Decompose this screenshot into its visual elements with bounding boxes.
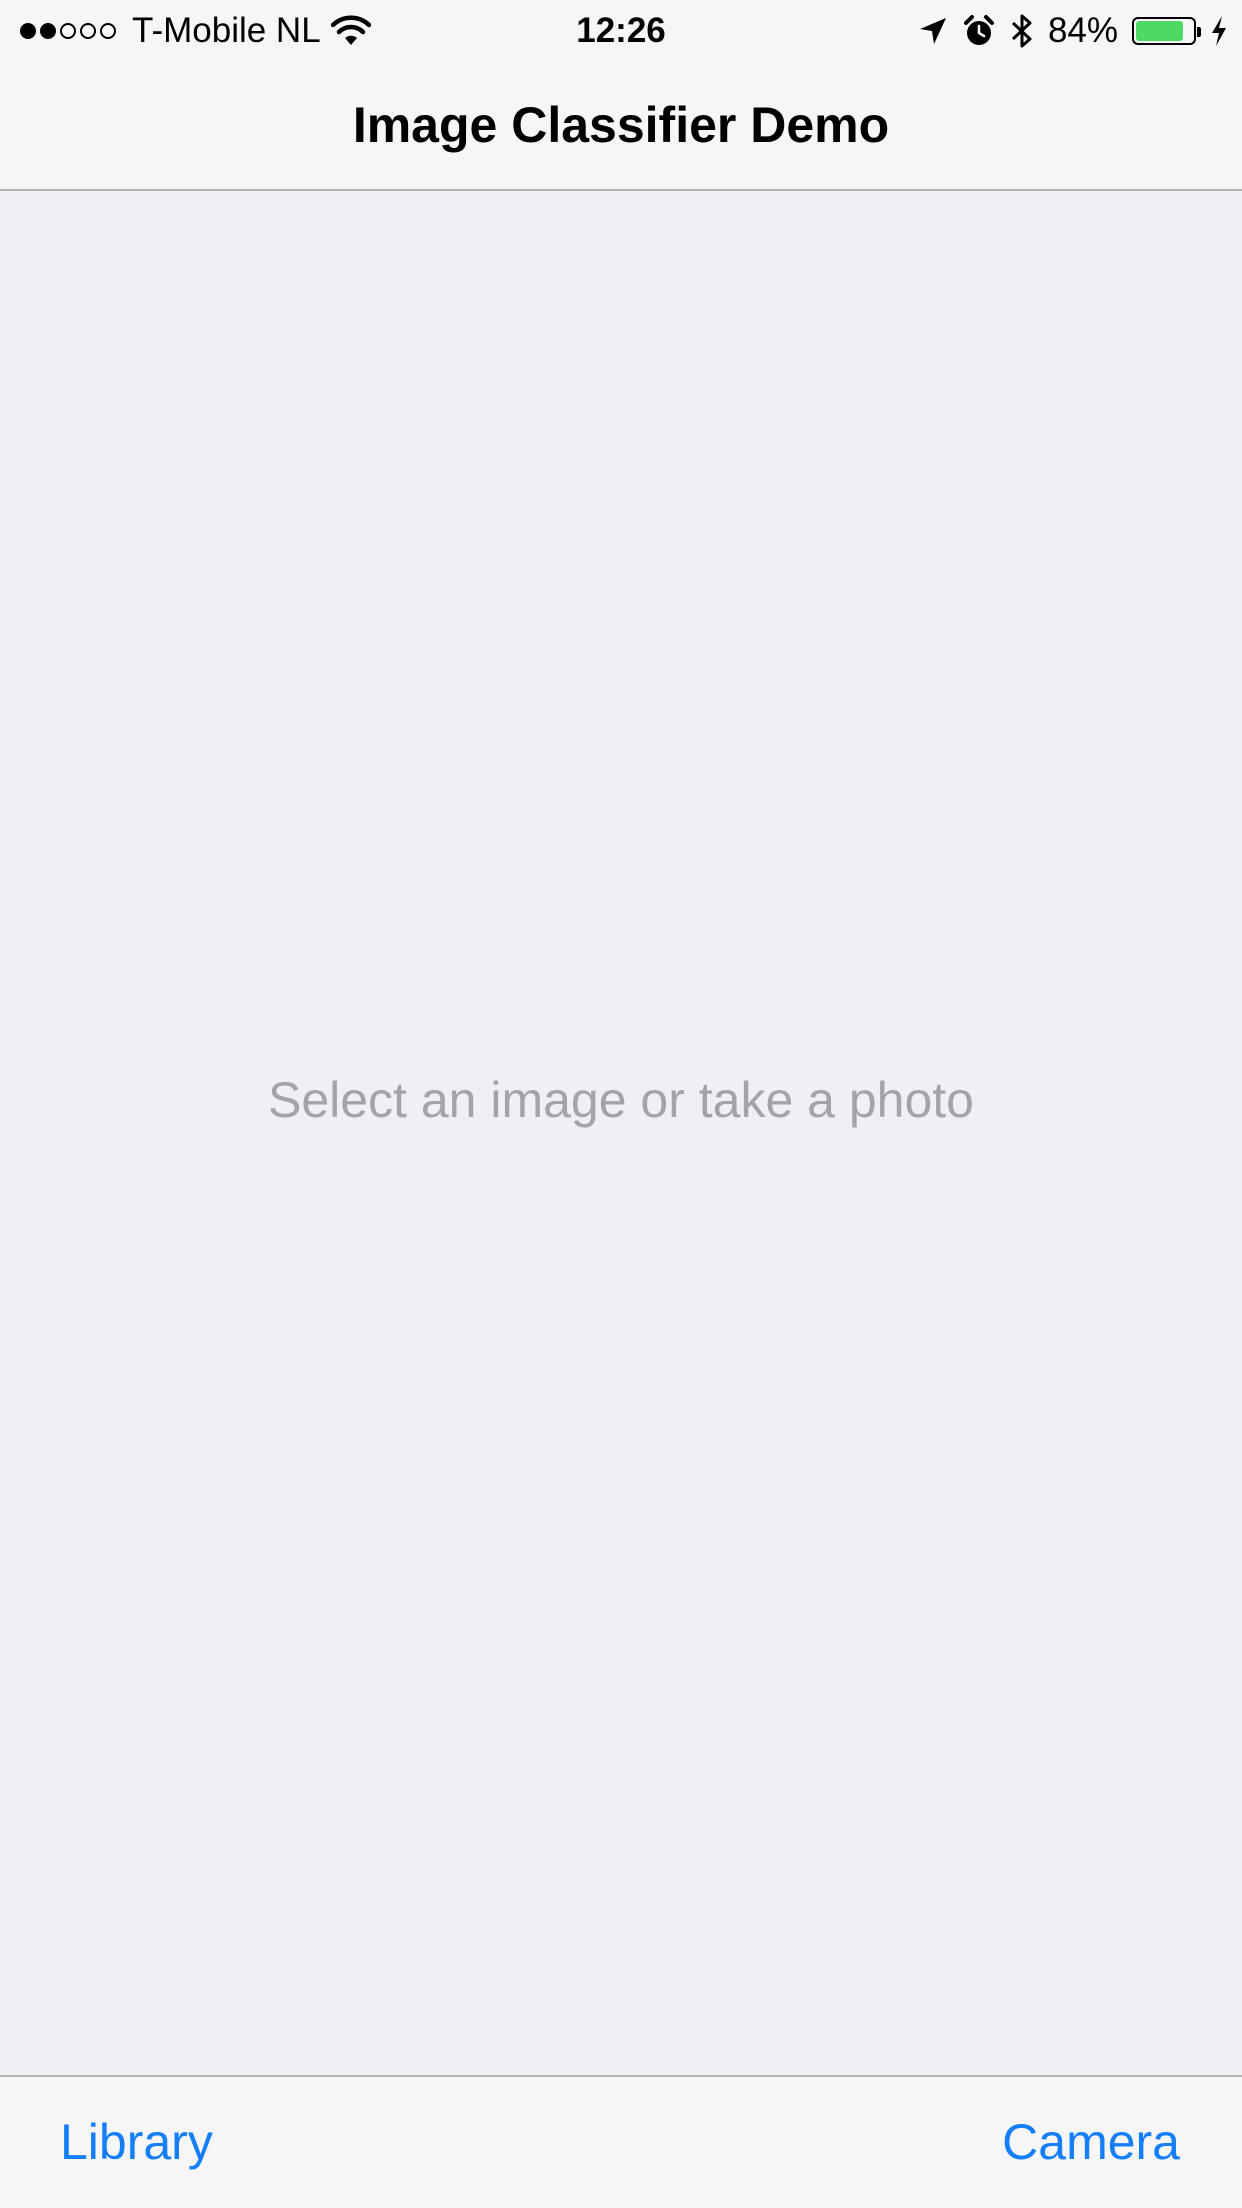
status-bar-right: 84% bbox=[918, 0, 1228, 62]
library-button[interactable]: Library bbox=[60, 2077, 213, 2208]
battery-icon bbox=[1132, 17, 1201, 45]
battery-percent: 84% bbox=[1047, 11, 1118, 50]
location-icon bbox=[918, 16, 948, 46]
camera-button[interactable]: Camera bbox=[1002, 2077, 1180, 2208]
alarm-icon bbox=[962, 14, 996, 48]
battery-nub bbox=[1197, 27, 1201, 37]
status-bar: T-Mobile NL 12:26 84% bbox=[0, 0, 1242, 62]
charging-icon bbox=[1210, 15, 1228, 47]
bluetooth-icon bbox=[1010, 13, 1034, 49]
page-title: Image Classifier Demo bbox=[352, 97, 890, 153]
navigation-bar: Image Classifier Demo bbox=[0, 62, 1242, 191]
bottom-toolbar: Library Camera bbox=[0, 2075, 1242, 2208]
battery-level-fill bbox=[1136, 21, 1184, 41]
image-area: Select an image or take a photo bbox=[0, 191, 1242, 2075]
app-screen: T-Mobile NL 12:26 84% Image Classifier D… bbox=[0, 0, 1242, 2208]
placeholder-text: Select an image or take a photo bbox=[267, 1072, 974, 1128]
